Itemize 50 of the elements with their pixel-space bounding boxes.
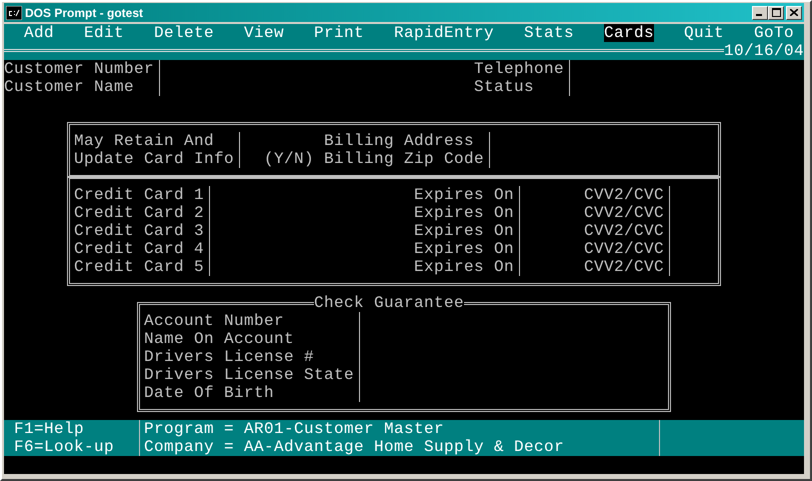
field-label: Credit Card 1 (74, 186, 204, 204)
field-label: Customer Number (4, 60, 154, 78)
field-label: Credit Card 3 (74, 222, 204, 240)
status-text: Program = AR01-Customer Master (144, 420, 444, 438)
menu-item[interactable]: Delete (154, 24, 214, 42)
field-label: Credit Card 4 (74, 240, 204, 258)
console-icon (6, 6, 22, 20)
field-label: Status (474, 78, 534, 96)
field-label: Billing Address (324, 132, 474, 150)
menu-item[interactable]: GoTo (754, 24, 794, 42)
field-label: Account Number (144, 312, 284, 330)
menu-item[interactable]: Print (314, 24, 364, 42)
field-label: Update Card Info (74, 150, 234, 168)
key-hint: F6=Look-up (14, 438, 114, 456)
field-hint: (Y/N) (264, 150, 314, 168)
field-label: Expires On (414, 258, 514, 276)
window-title: DOS Prompt - gotest (25, 6, 144, 20)
field-label: Expires On (414, 240, 514, 258)
field-label: Drivers License # (144, 348, 314, 366)
field-label: Expires On (414, 222, 514, 240)
field-label: Drivers License State (144, 366, 354, 384)
menu-item[interactable]: RapidEntry (394, 24, 494, 42)
field-label: CVV2/CVC (584, 258, 664, 276)
field-label: CVV2/CVC (584, 222, 664, 240)
menu-item[interactable]: View (244, 24, 284, 42)
field-label: Expires On (414, 186, 514, 204)
field-label: CVV2/CVC (584, 204, 664, 222)
field-label: Date Of Birth (144, 384, 274, 402)
field-label: Expires On (414, 204, 514, 222)
field-label: Billing Zip Code (324, 150, 484, 168)
field-label: CVV2/CVC (584, 186, 664, 204)
close-icon (790, 9, 798, 16)
menu-item[interactable]: Edit (84, 24, 124, 42)
close-button[interactable] (786, 6, 802, 20)
key-hint: F1=Help (14, 420, 84, 438)
field-label: Telephone (474, 60, 564, 78)
field-label: CVV2/CVC (584, 240, 664, 258)
status-text: Company = AA-Advantage Home Supply & Decor (144, 438, 564, 456)
field-label: Name On Account (144, 330, 294, 348)
maximize-button[interactable] (768, 6, 784, 20)
field-label: Credit Card 2 (74, 204, 204, 222)
menu-item[interactable]: Add (24, 24, 54, 42)
field-label: Credit Card 5 (74, 258, 204, 276)
maximize-icon (772, 8, 780, 17)
field-label: Customer Name (4, 78, 134, 96)
menu-item[interactable]: Stats (524, 24, 574, 42)
minimize-button[interactable] (752, 6, 768, 20)
menu-item[interactable]: Cards (604, 24, 654, 42)
menu-item[interactable]: Quit (684, 24, 724, 42)
field-label: May Retain And (74, 132, 214, 150)
